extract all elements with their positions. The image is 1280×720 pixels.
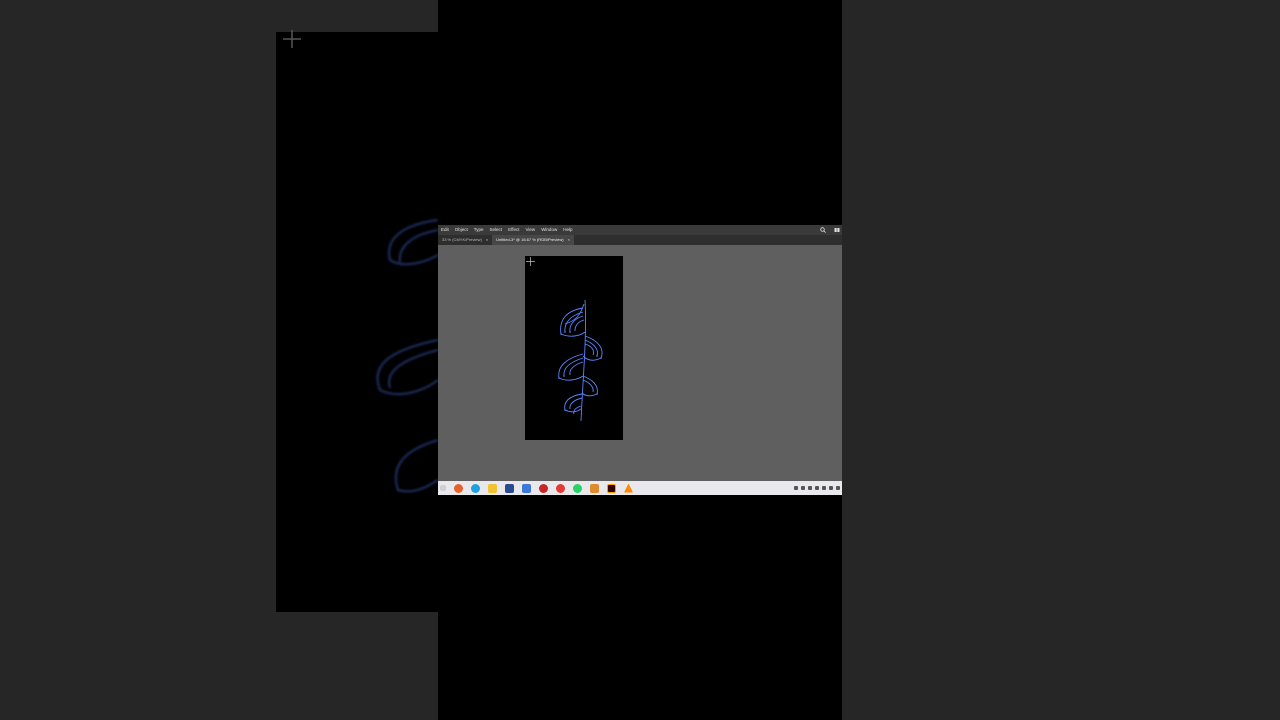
system-tray [794,481,840,495]
menu-bar: Edit Object Type Select Effect View Wind… [438,225,842,235]
canvas-area[interactable] [438,245,842,481]
vlc-icon[interactable] [624,483,633,493]
illustrator-icon[interactable] [607,483,616,493]
background-blur-left [0,0,438,720]
firefox-icon[interactable] [454,483,463,493]
network-icon[interactable] [801,486,805,490]
artboard[interactable] [525,256,623,440]
menu-help[interactable]: Help [560,225,575,235]
tab-close-icon[interactable]: × [568,235,570,245]
wifi-icon[interactable] [829,486,833,490]
tab-label: Untitled-3* @ 16.67 % (RGB/Preview) [496,237,564,242]
whatsapp-icon[interactable] [573,483,582,493]
search-icon[interactable] [820,227,826,233]
illustrator-window: Edit Object Type Select Effect View Wind… [438,225,842,495]
background-artwork [376,219,438,493]
app-icon[interactable] [590,483,599,493]
arrange-documents-icon[interactable] [834,227,840,233]
menubar-icons [820,225,842,235]
menu-view[interactable]: View [523,225,539,235]
chevron-up-icon[interactable] [794,486,798,490]
menu-window[interactable]: Window [538,225,560,235]
menu-select[interactable]: Select [487,225,506,235]
app-icon[interactable] [539,483,548,493]
search-icon[interactable] [440,485,446,491]
store-icon[interactable] [505,483,514,493]
tab-document-active[interactable]: Untitled-3* @ 16.67 % (RGB/Preview) × [492,235,574,245]
volume-icon[interactable] [822,486,826,490]
menu-object[interactable]: Object [452,225,471,235]
video-frame: Edit Object Type Select Effect View Wind… [438,0,842,720]
battery-icon[interactable] [808,486,812,490]
tab-document-previous[interactable]: 33 % (CMYK/Preview) × [438,235,492,245]
menu-type[interactable]: Type [471,225,487,235]
menu-edit[interactable]: Edit [438,225,452,235]
document-tab-bar: 33 % (CMYK/Preview) × Untitled-3* @ 16.6… [438,235,842,245]
crosshair-icon [526,257,535,266]
menu-effect[interactable]: Effect [505,225,522,235]
file-explorer-icon[interactable] [488,483,497,493]
background-crosshair-icon [283,30,301,48]
windows-taskbar [438,481,842,495]
artwork-spiral[interactable] [525,256,623,440]
edge-icon[interactable] [471,483,480,493]
settings-icon[interactable] [522,483,531,493]
tab-label: 33 % (CMYK/Preview) [442,237,482,242]
tab-close-icon[interactable]: × [486,235,488,245]
microphone-icon[interactable] [815,486,819,490]
chrome-icon[interactable] [556,483,565,493]
notification-icon[interactable] [836,486,840,490]
background-blur-right [842,0,1280,720]
